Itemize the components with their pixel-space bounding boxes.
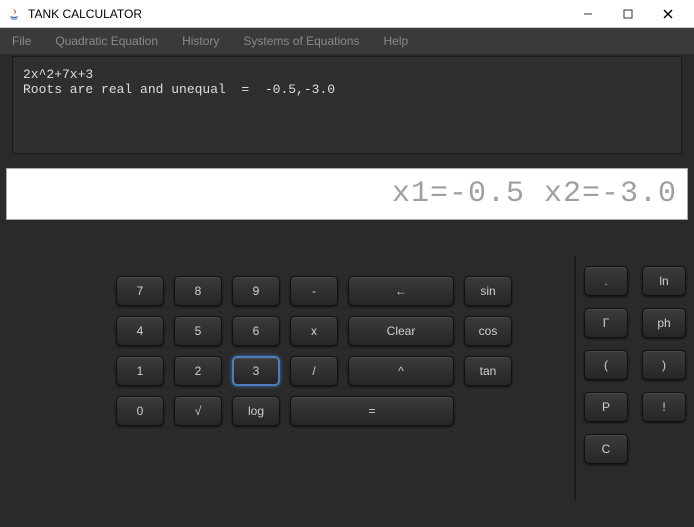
key-ln[interactable]: ln: [642, 266, 686, 296]
output-console: 2x^2+7x+3 Roots are real and unequal = -…: [12, 56, 682, 154]
key-factorial[interactable]: !: [642, 392, 686, 422]
menu-systems-of-equations[interactable]: Systems of Equations: [243, 34, 359, 48]
key-3[interactable]: 3: [232, 356, 280, 386]
menu-help[interactable]: Help: [383, 34, 408, 48]
key-power[interactable]: ^: [348, 356, 454, 386]
result-display: x1=-0.5 x2=-3.0: [6, 168, 688, 220]
minimize-button[interactable]: [568, 1, 608, 27]
java-app-icon: [6, 6, 22, 22]
key-1[interactable]: 1: [116, 356, 164, 386]
key-p[interactable]: P: [584, 392, 628, 422]
key-ph[interactable]: ph: [642, 308, 686, 338]
keypad-area: 7 8 9 - ← sin 4 5 6 x Clear cos 1 2 3 / …: [0, 242, 694, 464]
key-dot[interactable]: .: [584, 266, 628, 296]
key-7[interactable]: 7: [116, 276, 164, 306]
key-0[interactable]: 0: [116, 396, 164, 426]
key-sqrt[interactable]: √: [174, 396, 222, 426]
key-multiply[interactable]: x: [290, 316, 338, 346]
menu-quadratic-equation[interactable]: Quadratic Equation: [55, 34, 158, 48]
window-controls: [568, 1, 688, 27]
key-c[interactable]: C: [584, 434, 628, 464]
title-bar: TANK CALCULATOR: [0, 0, 694, 28]
maximize-button[interactable]: [608, 1, 648, 27]
key-9[interactable]: 9: [232, 276, 280, 306]
key-backspace[interactable]: ←: [348, 276, 454, 306]
menu-file[interactable]: File: [12, 34, 31, 48]
key-equals[interactable]: =: [290, 396, 454, 426]
key-gamma[interactable]: Γ: [584, 308, 628, 338]
result-text: x1=-0.5 x2=-3.0: [392, 177, 677, 211]
key-divide[interactable]: /: [290, 356, 338, 386]
key-sin[interactable]: sin: [464, 276, 512, 306]
key-right-paren[interactable]: ): [642, 350, 686, 380]
menu-bar: File Quadratic Equation History Systems …: [0, 28, 694, 54]
key-2[interactable]: 2: [174, 356, 222, 386]
key-6[interactable]: 6: [232, 316, 280, 346]
close-button[interactable]: [648, 1, 688, 27]
key-left-paren[interactable]: (: [584, 350, 628, 380]
key-5[interactable]: 5: [174, 316, 222, 346]
key-clear[interactable]: Clear: [348, 316, 454, 346]
key-cos[interactable]: cos: [464, 316, 512, 346]
key-minus[interactable]: -: [290, 276, 338, 306]
window-title: TANK CALCULATOR: [28, 7, 568, 21]
key-8[interactable]: 8: [174, 276, 222, 306]
key-4[interactable]: 4: [116, 316, 164, 346]
key-log[interactable]: log: [232, 396, 280, 426]
vertical-divider: [574, 256, 576, 501]
main-keypad: 7 8 9 - ← sin 4 5 6 x Clear cos 1 2 3 / …: [0, 242, 574, 464]
menu-history[interactable]: History: [182, 34, 219, 48]
console-line-2: Roots are real and unequal = -0.5,-3.0: [23, 82, 335, 97]
key-tan[interactable]: tan: [464, 356, 512, 386]
console-line-1: 2x^2+7x+3: [23, 67, 93, 82]
side-keypad: . ln Γ ph ( ) P ! C: [574, 242, 694, 464]
